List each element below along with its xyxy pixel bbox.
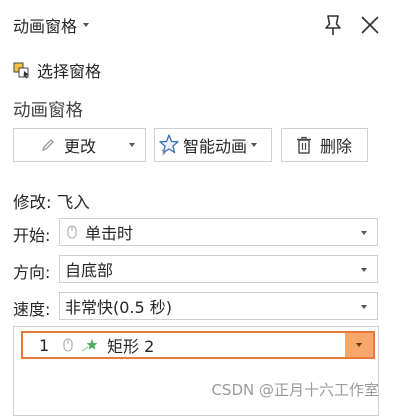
mouse-icon [63,338,73,352]
change-button-label: 更改 [64,137,97,156]
direction-label: 方向: [13,263,51,282]
chevron-down-icon [129,143,135,147]
selection-pane-label: 选择窗格 [37,62,102,81]
start-label: 开始: [13,226,51,245]
direction-value: 自底部 [65,261,114,280]
start-value: 单击时 [85,224,134,243]
chevron-down-icon [251,143,258,147]
item-dropdown-button[interactable] [345,333,373,357]
animation-name: 矩形 2 [107,337,155,356]
chevron-down-icon [361,305,367,309]
fly-in-effect-icon [81,339,98,352]
modify-label: 修改: 飞入 [13,193,90,212]
delete-button[interactable]: 删除 [281,128,368,162]
smart-animation-label: 智能动画 [183,137,248,156]
selection-pane-button[interactable]: 选择窗格 [13,58,101,82]
chevron-down-icon [361,231,367,235]
chevron-down-icon [356,343,362,347]
mouse-icon [67,225,77,239]
smart-animation-button[interactable]: 智能动画 [154,128,272,162]
trash-icon [297,136,311,154]
chevron-down-icon [361,268,367,272]
speed-value: 非常快(0.5 秒) [65,298,173,317]
change-button[interactable]: 更改 [13,128,146,162]
delete-button-label: 删除 [320,137,353,156]
animation-list[interactable]: 1 矩形 2 [13,326,379,416]
watermark: CSDN @正月十六工作室 [211,381,379,399]
animation-index: 1 [39,335,50,355]
chevron-down-icon [83,23,90,27]
direction-select[interactable]: 自底部 [59,255,378,283]
close-icon[interactable] [359,14,381,36]
pin-icon[interactable] [322,13,344,37]
pane-title-dropdown[interactable]: 动画窗格 [13,13,90,37]
pencil-icon [41,139,54,152]
animation-list-item[interactable]: 1 矩形 2 [21,331,375,359]
speed-label: 速度: [13,300,51,319]
section-title: 动画窗格 [13,101,83,121]
star-icon [159,134,179,156]
start-select[interactable]: 单击时 [59,218,378,246]
speed-select[interactable]: 非常快(0.5 秒) [59,292,378,320]
pane-title: 动画窗格 [13,17,78,36]
selection-pane-icon [13,62,29,79]
